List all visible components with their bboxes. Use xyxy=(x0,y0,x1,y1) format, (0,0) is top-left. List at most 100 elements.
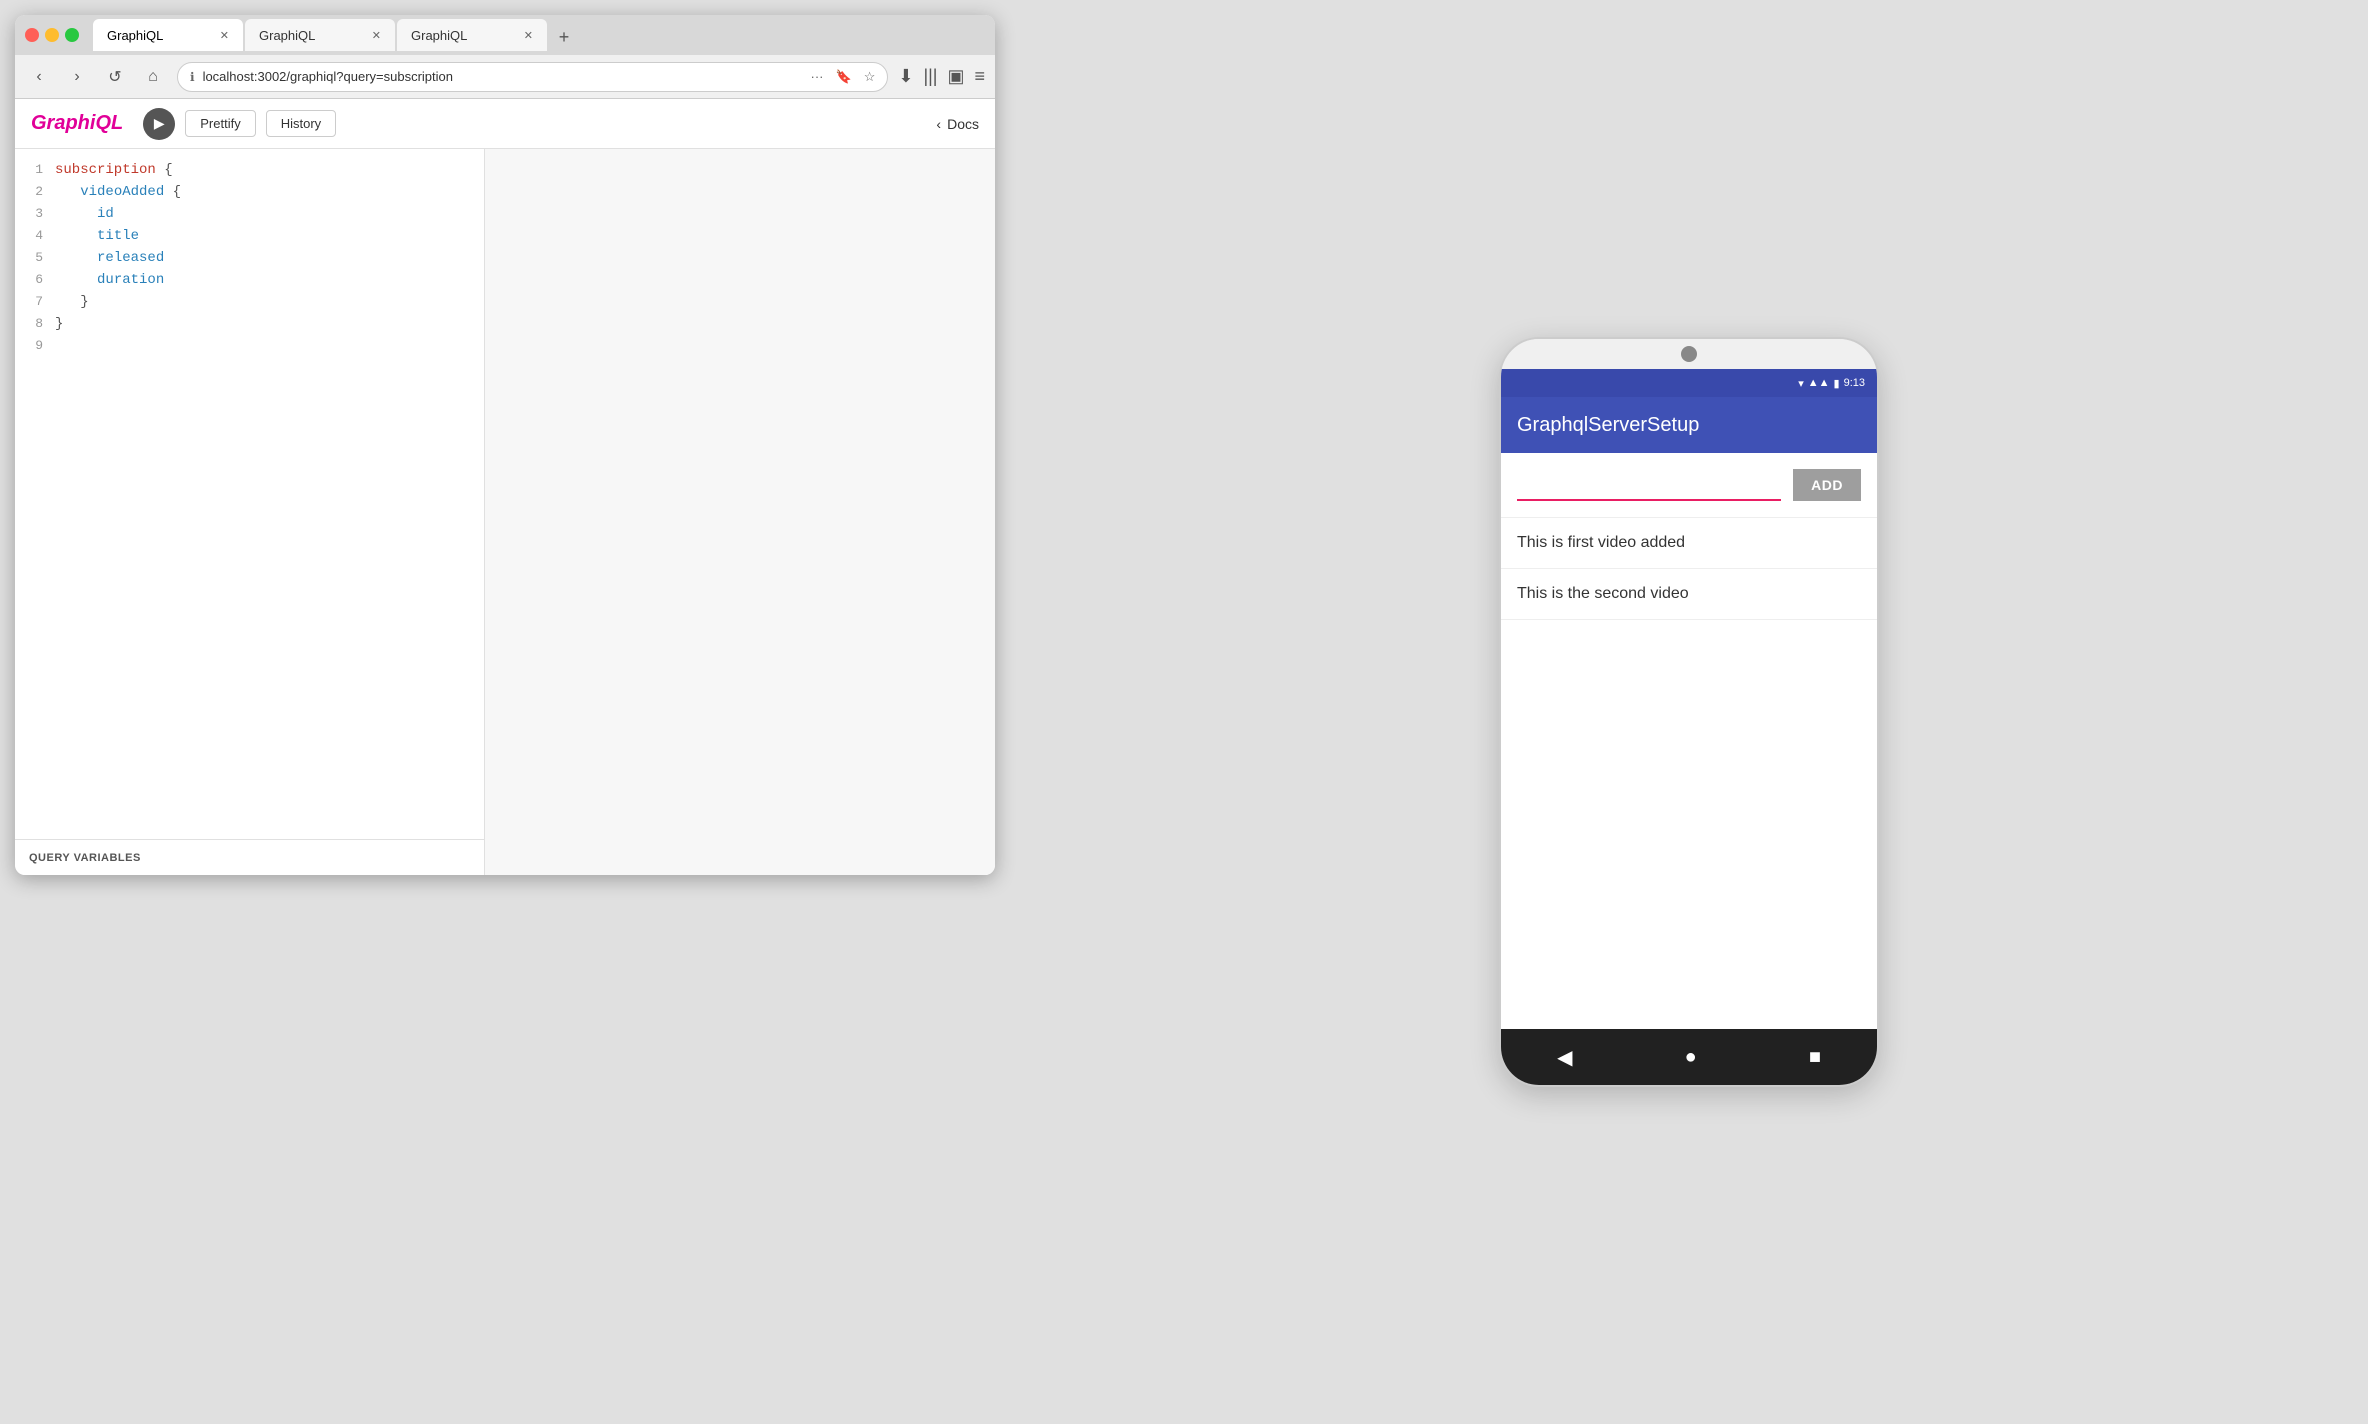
title-bar: GraphiQL ✕ GraphiQL ✕ GraphiQL ✕ + xyxy=(15,15,995,55)
library-icon[interactable]: ||| xyxy=(923,66,937,87)
phone-mockup: ▾ ▲▲ ▮ 9:13 GraphqlServerSetup ADD This … xyxy=(1499,337,1879,1087)
code-editor[interactable]: 1 subscription { 2 videoAdded { xyxy=(15,149,484,839)
minimize-button[interactable] xyxy=(45,28,59,42)
phone-section: ▾ ▲▲ ▮ 9:13 GraphqlServerSetup ADD This … xyxy=(1010,0,2368,1424)
reload-button[interactable]: ↺ xyxy=(101,63,129,91)
android-content: ADD This is first video added This is th… xyxy=(1501,453,1877,1029)
list-item-text-0: This is first video added xyxy=(1517,534,1685,551)
code-line-6: 6 duration xyxy=(15,269,484,291)
status-icons: ▾ ▲▲ ▮ 9:13 xyxy=(1798,377,1865,390)
bookmark-icon[interactable]: ☆ xyxy=(864,69,876,85)
query-vars-label: QUERY VARIABLES xyxy=(29,852,141,864)
battery-icon: ▮ xyxy=(1834,377,1840,390)
phone-top-bar xyxy=(1501,339,1877,369)
editor-panel: 1 subscription { 2 videoAdded { xyxy=(15,149,485,875)
add-text-input[interactable] xyxy=(1517,469,1781,501)
url-security-icon: ℹ xyxy=(190,70,195,84)
phone-camera xyxy=(1681,346,1697,362)
line-num-3: 3 xyxy=(15,203,55,225)
home-button[interactable]: ⌂ xyxy=(139,63,167,91)
home-nav-icon[interactable]: ● xyxy=(1685,1046,1697,1069)
chevron-left-icon: ‹ xyxy=(936,116,941,132)
add-button[interactable]: ADD xyxy=(1793,469,1861,501)
app-bar-title: GraphqlServerSetup xyxy=(1517,414,1699,437)
tabs-container: GraphiQL ✕ GraphiQL ✕ GraphiQL ✕ + xyxy=(93,19,985,51)
code-line-2: 2 videoAdded { xyxy=(15,181,484,203)
tab-close-2[interactable]: ✕ xyxy=(524,29,533,42)
input-row: ADD xyxy=(1501,453,1877,518)
forward-button[interactable]: › xyxy=(63,63,91,91)
traffic-lights xyxy=(25,28,79,42)
pocket-icon[interactable]: 🔖 xyxy=(836,69,852,85)
line-num-4: 4 xyxy=(15,225,55,247)
address-bar-right: ⬇ ||| ▣ ≡ xyxy=(898,66,985,87)
tab-close-1[interactable]: ✕ xyxy=(372,29,381,42)
reader-icon[interactable]: ▣ xyxy=(947,66,964,87)
close-button[interactable] xyxy=(25,28,39,42)
tab-0[interactable]: GraphiQL ✕ xyxy=(93,19,243,51)
results-panel xyxy=(485,149,995,875)
keyword-videoadded: videoAdded xyxy=(80,184,164,200)
close-brace-inner: } xyxy=(80,294,88,310)
code-line-1: 1 subscription { xyxy=(15,159,484,181)
logo-text: Graph xyxy=(31,112,90,134)
graphiql-logo: GraphiQL xyxy=(31,112,123,135)
android-status-bar: ▾ ▲▲ ▮ 9:13 xyxy=(1501,369,1877,397)
line-num-1: 1 xyxy=(15,159,55,181)
recents-nav-icon[interactable]: ■ xyxy=(1809,1046,1821,1069)
line-content-5: released xyxy=(55,247,484,269)
history-button[interactable]: History xyxy=(266,110,336,137)
run-icon: ▶ xyxy=(154,115,165,132)
line-content-3: id xyxy=(55,203,484,225)
code-line-4: 4 title xyxy=(15,225,484,247)
logo-ql: QL xyxy=(95,112,123,134)
url-text: localhost:3002/graphiql?query=subscripti… xyxy=(203,69,803,84)
back-nav-icon[interactable]: ◀ xyxy=(1557,1045,1572,1070)
browser-window: GraphiQL ✕ GraphiQL ✕ GraphiQL ✕ + ‹ › ↺… xyxy=(15,15,995,875)
tab-close-0[interactable]: ✕ xyxy=(220,29,229,42)
android-app-bar: GraphqlServerSetup xyxy=(1501,397,1877,453)
tab-2[interactable]: GraphiQL ✕ xyxy=(397,19,547,51)
list-item-1: This is the second video xyxy=(1501,569,1877,620)
close-brace-outer: } xyxy=(55,316,63,332)
url-bar[interactable]: ℹ localhost:3002/graphiql?query=subscrip… xyxy=(177,62,888,92)
graphiql-body: 1 subscription { 2 videoAdded { xyxy=(15,149,995,875)
tab-label-2: GraphiQL xyxy=(411,28,467,43)
line-num-9: 9 xyxy=(15,335,55,357)
list-item-text-1: This is the second video xyxy=(1517,585,1689,602)
line-content-2: videoAdded { xyxy=(55,181,484,203)
maximize-button[interactable] xyxy=(65,28,79,42)
docs-label: Docs xyxy=(947,116,979,132)
tab-label-1: GraphiQL xyxy=(259,28,315,43)
line-content-8: } xyxy=(55,313,484,335)
line-num-2: 2 xyxy=(15,181,55,203)
field-released: released xyxy=(97,250,164,266)
line-content-1: subscription { xyxy=(55,159,484,181)
code-line-7: 7 } xyxy=(15,291,484,313)
wifi-icon: ▾ xyxy=(1798,377,1804,390)
code-line-5: 5 released xyxy=(15,247,484,269)
url-bar-icons: ··· 🔖 ☆ xyxy=(811,69,876,85)
back-button[interactable]: ‹ xyxy=(25,63,53,91)
code-line-3: 3 id xyxy=(15,203,484,225)
line-num-8: 8 xyxy=(15,313,55,335)
line-content-9 xyxy=(55,335,484,357)
line-content-7: } xyxy=(55,291,484,313)
tab-1[interactable]: GraphiQL ✕ xyxy=(245,19,395,51)
download-icon[interactable]: ⬇ xyxy=(898,66,913,87)
menu-icon[interactable]: ≡ xyxy=(974,66,985,87)
options-icon[interactable]: ··· xyxy=(811,69,824,84)
time-display: 9:13 xyxy=(1844,377,1865,389)
query-vars-footer[interactable]: QUERY VARIABLES xyxy=(15,839,484,875)
docs-button[interactable]: ‹ Docs xyxy=(936,116,979,132)
field-title: title xyxy=(97,228,139,244)
new-tab-button[interactable]: + xyxy=(549,23,579,51)
field-id: id xyxy=(97,206,114,222)
code-line-8: 8 } xyxy=(15,313,484,335)
tab-label-0: GraphiQL xyxy=(107,28,163,43)
graphiql-container: GraphiQL ▶ Prettify History ‹ Docs 1 xyxy=(15,99,995,875)
android-nav-bar: ◀ ● ■ xyxy=(1501,1029,1877,1085)
run-button[interactable]: ▶ xyxy=(143,108,175,140)
keyword-subscription: subscription xyxy=(55,162,156,178)
prettify-button[interactable]: Prettify xyxy=(185,110,255,137)
